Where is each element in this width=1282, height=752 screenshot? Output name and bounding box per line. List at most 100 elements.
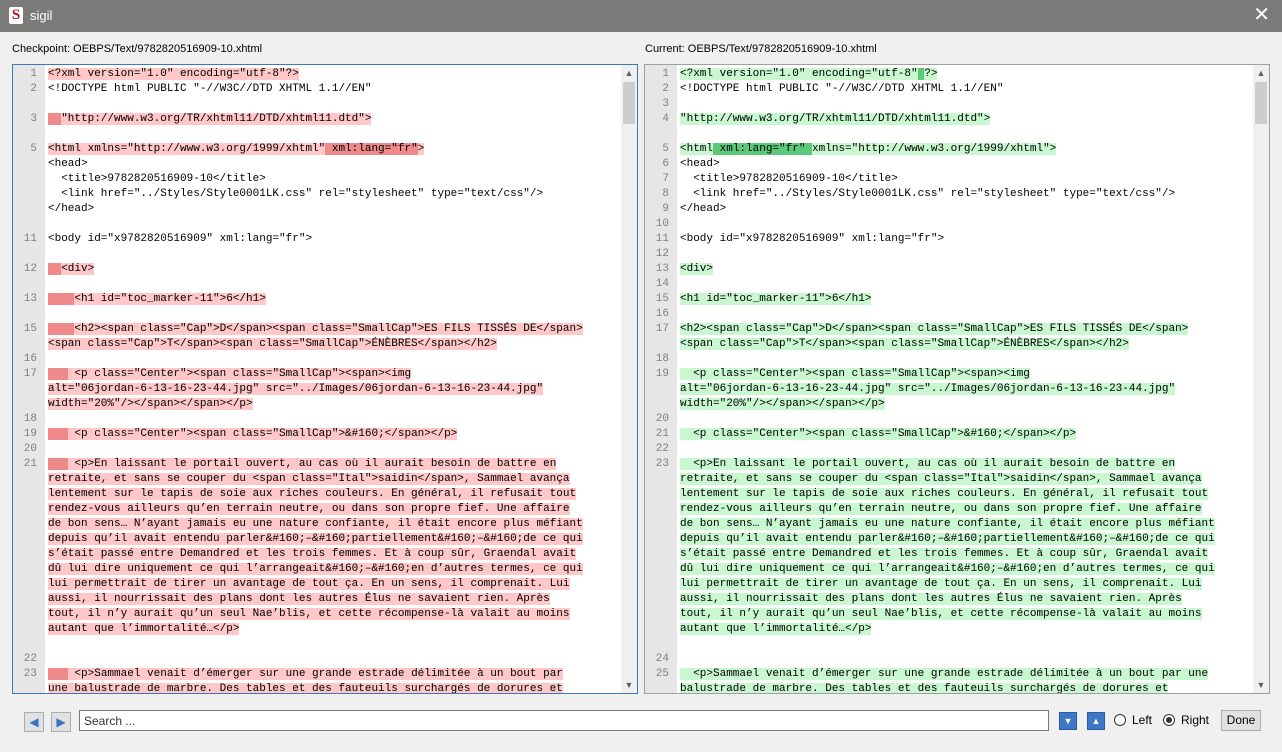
line-number: 10 <box>655 218 669 230</box>
next-diff-button[interactable]: ▶ <box>51 712 71 732</box>
diff-ins-segment: aussi, il nourrissait des plans dont les… <box>680 593 1182 605</box>
code-line: rendez-vous ailleurs qu’en terrain neutr… <box>13 502 621 517</box>
diff-del-segment: <span class="Cap">T</span><span class="S… <box>48 338 497 350</box>
scroll-down-icon[interactable]: ▼ <box>621 677 637 693</box>
code-line: alt="06jordan-6-13-16-23-44.jpg" src="..… <box>13 382 621 397</box>
line-number: 13 <box>23 293 37 305</box>
code-line: 1 <?xml version="1.0" encoding="utf-8"?> <box>13 67 621 82</box>
line-text: <h2><span class="Cap">D</span><span clas… <box>48 322 583 337</box>
search-down-button[interactable]: ▼ <box>1059 712 1077 730</box>
line-text: rendez-vous ailleurs qu’en terrain neutr… <box>680 502 1202 517</box>
line-text: tout, il n’y aurait qu’un seul Nae’blis,… <box>680 607 1202 622</box>
line-text: depuis qu’il avait entendu parler&#160;–… <box>680 532 1215 547</box>
line-text: aussi, il nourrissait des plans dont les… <box>680 592 1182 607</box>
checkpoint-editor[interactable]: 1 <?xml version="1.0" encoding="utf-8"?> 2… <box>12 64 638 694</box>
diff-ins-segment: <?xml version="1.0" encoding="utf-8" <box>680 68 918 80</box>
diff-ins-segment: <h2><span class="Cap">D</span><span clas… <box>680 323 1189 335</box>
code-segment: <!DOCTYPE html PUBLIC "-//W3C//DTD XHTML… <box>680 83 1004 95</box>
line-text: <div> <box>680 262 714 277</box>
diff-del-segment: aussi, il nourrissait des plans dont les… <box>48 593 550 605</box>
line-number: 9 <box>662 203 669 215</box>
line-number: 6 <box>662 158 669 170</box>
code-line: 5 <html xmlns="http://www.w3.org/1999/xht… <box>13 142 621 157</box>
code-line: balustrade de marbre. Des tables et des … <box>645 682 1253 693</box>
diff-del-segment: <h2><span class="Cap">D</span><span clas… <box>74 323 583 335</box>
line-text: <!DOCTYPE html PUBLIC "-//W3C//DTD XHTML… <box>48 82 371 97</box>
previous-diff-button[interactable]: ◀ <box>24 712 44 732</box>
diff-ins-segment: depuis qu’il avait entendu parler&#160;–… <box>680 533 1215 545</box>
scroll-thumb[interactable] <box>1255 82 1267 124</box>
diff-ins-segment: lui permettrait de tirer un avantage de … <box>680 578 1202 590</box>
code-line: de bon sens… N’ayant jamais eu une natur… <box>645 517 1253 532</box>
diff-ins-segment: <html <box>680 143 714 155</box>
done-button[interactable]: Done <box>1221 710 1261 731</box>
line-text: <p class="Center"><span class="SmallCap"… <box>48 367 412 382</box>
code-line: lentement sur le tapis de soie aux riche… <box>645 487 1253 502</box>
line-number: 2 <box>662 83 669 95</box>
code-segment: <body id="x9782820516909" xml:lang="fr"> <box>680 233 945 245</box>
search-up-button[interactable]: ▲ <box>1087 712 1105 730</box>
vertical-scrollbar[interactable]: ▲ ▼ <box>621 65 637 693</box>
diff-del-segment: de bon sens… N’ayant jamais eu une natur… <box>48 518 583 530</box>
line-text: </head> <box>680 202 726 217</box>
search-input[interactable] <box>79 710 1049 731</box>
line-number: 16 <box>23 353 37 365</box>
line-text: <?xml version="1.0" encoding="utf-8"?> <box>48 67 299 82</box>
diff-del-segment: s’était passé entre Demandred et les tro… <box>48 548 577 560</box>
line-text: une balustrade de marbre. Des tables et … <box>48 682 563 693</box>
line-text: <p>En laissant le portail ouvert, au cas… <box>680 457 1176 472</box>
diff-ins-segment: rendez-vous ailleurs qu’en terrain neutr… <box>680 503 1202 515</box>
line-text: <link href="../Styles/Style0001LK.css" r… <box>680 187 1175 202</box>
code-line: 23 <p>En laissant le portail ouvert, au … <box>645 457 1253 472</box>
code-line: 2 <!DOCTYPE html PUBLIC "-//W3C//DTD XHTM… <box>645 82 1253 97</box>
code-segment: <link href="../Styles/Style0001LK.css" r… <box>680 188 1176 200</box>
diff-ins-segment: dû lui dire uniquement ce qui l’arrangea… <box>680 563 1215 575</box>
current-label: Current: OEBPS/Text/9782820516909-10.xht… <box>645 43 877 55</box>
diff-del-segment: <p>Sammael venait d’émerger sur une gran… <box>67 668 563 680</box>
code-line: 15 <h2><span class="Cap">D</span><span c… <box>13 322 621 337</box>
diff-ins-segment: autant que l’immortalité…</p> <box>680 623 872 635</box>
line-text: <p class="Center"><span class="SmallCap"… <box>680 427 1077 442</box>
right-radio[interactable] <box>1163 714 1175 726</box>
code-line: 2 <!DOCTYPE html PUBLIC "-//W3C//DTD XHTM… <box>13 82 621 97</box>
scroll-up-icon[interactable]: ▲ <box>621 65 637 81</box>
diff-ins-segment: "http://www.w3.org/TR/xhtml11/DTD/xhtml1… <box>680 113 991 125</box>
code-segment: </head> <box>680 203 727 215</box>
window-title: sigil <box>30 8 53 23</box>
diff-del-segment: <p class="Center"><span class="SmallCap"… <box>67 428 458 440</box>
left-radio-label: Left <box>1132 713 1153 727</box>
scroll-down-icon[interactable]: ▼ <box>1253 677 1269 693</box>
line-text: depuis qu’il avait entendu parler&#160;–… <box>48 532 583 547</box>
vertical-scrollbar[interactable]: ▲ ▼ <box>1253 65 1269 693</box>
left-radio[interactable] <box>1114 714 1126 726</box>
current-editor[interactable]: 1 <?xml version="1.0" encoding="utf-8" ?>… <box>644 64 1270 694</box>
line-text: alt="06jordan-6-13-16-23-44.jpg" src="..… <box>680 382 1176 397</box>
line-number: 4 <box>662 113 669 125</box>
diff-del-strong-segment <box>48 458 68 470</box>
scroll-up-icon[interactable]: ▲ <box>1253 65 1269 81</box>
code-segment: <title>9782820516909-10</title> <box>680 173 898 185</box>
code-line: de bon sens… N’ayant jamais eu une natur… <box>13 517 621 532</box>
code-line: tout, il n’y aurait qu’un seul Nae’blis,… <box>645 607 1253 622</box>
line-number: 7 <box>662 173 669 185</box>
line-text: <head> <box>680 157 720 172</box>
code-line: depuis qu’il avait entendu parler&#160;–… <box>13 532 621 547</box>
line-number: 17 <box>655 323 669 335</box>
diff-ins-segment: <span class="Cap">T</span><span class="S… <box>680 338 1129 350</box>
scroll-thumb[interactable] <box>623 82 635 124</box>
diff-del-segment: <div> <box>61 263 95 275</box>
code-line: 17 <h2><span class="Cap">D</span><span cl… <box>645 322 1253 337</box>
line-text: </head> <box>48 202 94 217</box>
code-lines: 1 <?xml version="1.0" encoding="utf-8"?> 2… <box>13 67 621 693</box>
line-text: dû lui dire uniquement ce qui l’arrangea… <box>680 562 1215 577</box>
diff-ins-segment: ?> <box>924 68 938 80</box>
code-segment: <head> <box>48 158 88 170</box>
line-text: <p class="Center"><span class="SmallCap"… <box>48 427 458 442</box>
line-text: "http://www.w3.org/TR/xhtml11/DTD/xhtml1… <box>48 112 372 127</box>
code-line: 9 </head> <box>645 202 1253 217</box>
close-icon[interactable]: ✕ <box>1253 4 1270 26</box>
